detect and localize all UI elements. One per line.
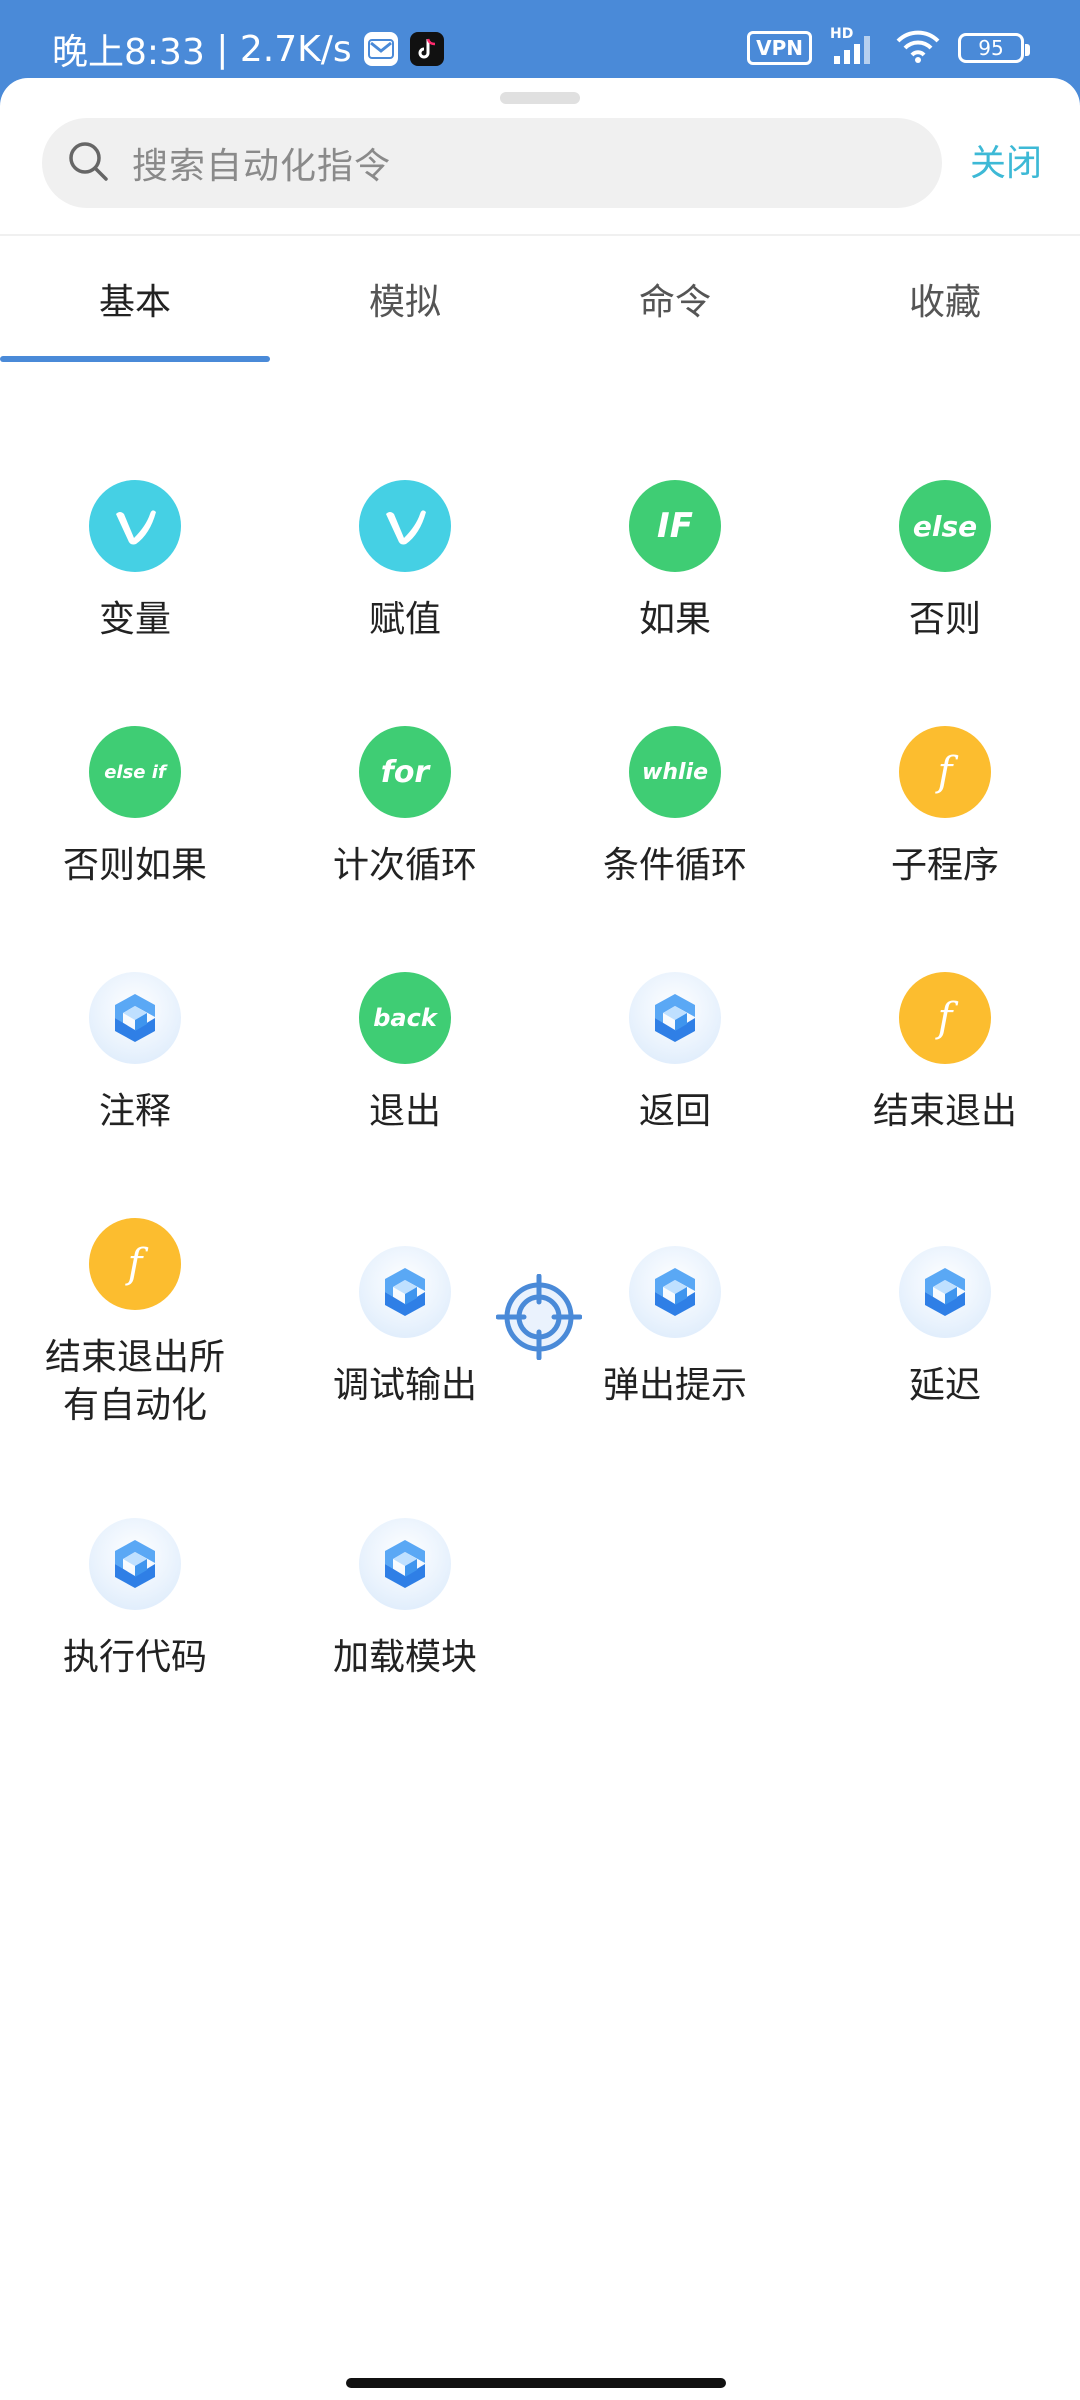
- command-label: 返回: [638, 1091, 711, 1132]
- command-label: 如果: [638, 599, 711, 640]
- cube-logo-icon: [89, 972, 181, 1064]
- tab-simulate[interactable]: 模拟: [270, 236, 540, 362]
- tab-command[interactable]: 命令: [540, 236, 810, 362]
- command-label: 执行代码: [62, 1637, 207, 1678]
- cube-logo-icon: [359, 1246, 451, 1338]
- command-label: 弹出提示: [602, 1365, 747, 1406]
- command-label: 退出: [368, 1091, 441, 1132]
- floating-crosshair-icon[interactable]: [495, 1273, 583, 1361]
- battery-level: 95: [978, 36, 1004, 60]
- if-icon: IF: [629, 480, 721, 572]
- tab-basic[interactable]: 基本: [0, 236, 270, 362]
- command-label: 加载模块: [332, 1637, 477, 1678]
- command-item-variable[interactable]: 变量: [0, 480, 270, 644]
- command-label: 子程序: [890, 845, 999, 886]
- else-icon: else: [899, 480, 991, 572]
- command-item-while-loop[interactable]: whlie 条件循环: [540, 726, 810, 890]
- wifi-icon: [896, 29, 940, 67]
- command-label: 注释: [98, 1091, 171, 1132]
- status-left: 晚上8:33 | 2.7K/s: [52, 22, 444, 76]
- cube-logo-icon: [629, 1246, 721, 1338]
- icon-glyph: whlie: [642, 759, 708, 785]
- for-icon: for: [359, 726, 451, 818]
- icon-glyph: for: [380, 754, 430, 790]
- while-icon: whlie: [629, 726, 721, 818]
- command-label: 延迟: [908, 1365, 981, 1406]
- command-label: 计次循环: [332, 845, 477, 886]
- v-icon: [359, 480, 451, 572]
- search-icon: [66, 139, 110, 187]
- command-label: 赋值: [368, 599, 441, 640]
- category-tabs: 基本 模拟 命令 收藏: [0, 236, 1080, 362]
- status-bar: 晚上8:33 | 2.7K/s VPN HD 95: [0, 0, 1080, 78]
- command-label: 调试输出: [332, 1365, 477, 1406]
- cellular-signal-icon: HD: [830, 26, 878, 66]
- status-net-speed: 2.7K/s: [239, 28, 352, 70]
- tiktok-app-icon: [409, 32, 444, 66]
- cube-logo-icon: [629, 972, 721, 1064]
- command-label: 变量: [98, 599, 171, 640]
- home-indicator[interactable]: [346, 2378, 726, 2388]
- command-item-return[interactable]: 返回: [540, 972, 810, 1136]
- command-label: 否则: [908, 599, 981, 640]
- status-separator: |: [204, 28, 240, 70]
- function-icon: f: [899, 972, 991, 1064]
- back-icon: back: [359, 972, 451, 1064]
- automation-command-sheet: 搜索自动化指令 关闭 基本 模拟 命令 收藏 变量 赋值 IF 如果 else …: [0, 78, 1080, 2400]
- command-label: 结束退出: [872, 1091, 1017, 1132]
- search-placeholder: 搜索自动化指令: [132, 146, 392, 187]
- command-label: 结束退出所有自动化: [44, 1337, 225, 1426]
- close-button[interactable]: 关闭: [970, 134, 1042, 186]
- mail-app-icon: [363, 32, 398, 66]
- status-right: VPN HD 95: [747, 26, 1030, 70]
- command-item-assign[interactable]: 赋值: [270, 480, 540, 644]
- vpn-badge: VPN: [747, 31, 812, 65]
- command-item-load-module[interactable]: 加载模块: [270, 1518, 540, 1682]
- command-item-else-if[interactable]: else if 否则如果: [0, 726, 270, 890]
- icon-glyph: f: [127, 1241, 143, 1287]
- command-item-if[interactable]: IF 如果: [540, 480, 810, 644]
- else-if-icon: else if: [89, 726, 181, 818]
- v-icon: [89, 480, 181, 572]
- tab-favorites[interactable]: 收藏: [810, 236, 1080, 362]
- cube-logo-icon: [89, 1518, 181, 1610]
- command-item-else[interactable]: else 否则: [810, 480, 1080, 644]
- function-icon: f: [899, 726, 991, 818]
- icon-glyph: else: [912, 509, 978, 543]
- command-item-end-exit-all[interactable]: f 结束退出所有自动化: [0, 1218, 270, 1430]
- command-item-end-exit[interactable]: f 结束退出: [810, 972, 1080, 1136]
- command-item-subroutine[interactable]: f 子程序: [810, 726, 1080, 890]
- icon-glyph: else if: [104, 761, 166, 783]
- icon-glyph: back: [373, 1004, 437, 1032]
- command-item-for-loop[interactable]: for 计次循环: [270, 726, 540, 890]
- command-item-comment[interactable]: 注释: [0, 972, 270, 1136]
- status-time: 晚上8:33: [52, 32, 205, 73]
- icon-glyph: f: [937, 995, 953, 1041]
- icon-glyph: f: [937, 749, 953, 795]
- icon-glyph: IF: [657, 506, 693, 546]
- battery-icon: 95: [958, 33, 1030, 63]
- function-icon: f: [89, 1218, 181, 1310]
- command-label: 条件循环: [602, 845, 747, 886]
- command-item-delay[interactable]: 延迟: [810, 1246, 1080, 1410]
- cube-logo-icon: [899, 1246, 991, 1338]
- cube-logo-icon: [359, 1518, 451, 1610]
- command-label: 否则如果: [62, 845, 207, 886]
- search-input[interactable]: 搜索自动化指令: [42, 118, 942, 208]
- command-item-execute-code[interactable]: 执行代码: [0, 1518, 270, 1682]
- sheet-drag-handle[interactable]: [500, 92, 580, 104]
- command-item-exit[interactable]: back 退出: [270, 972, 540, 1136]
